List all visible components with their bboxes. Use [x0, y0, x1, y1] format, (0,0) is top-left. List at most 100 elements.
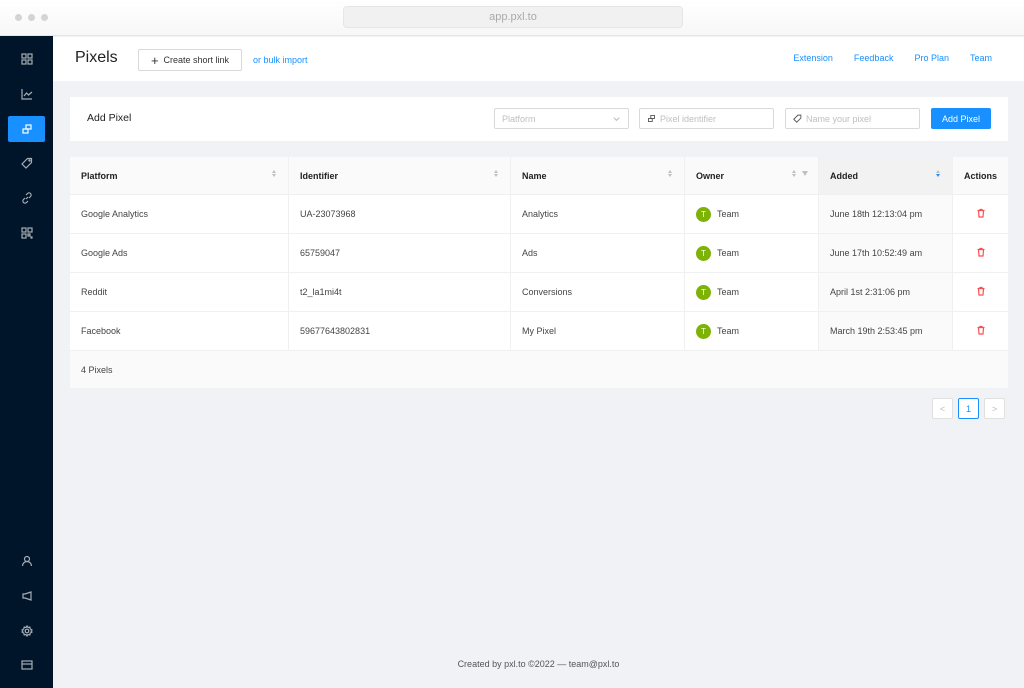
sidebar-item-billing[interactable]: [8, 652, 45, 678]
sidebar-item-dashboard[interactable]: [8, 46, 45, 72]
table-row[interactable]: Google Analytics UA-23073968 Analytics T Tea…: [70, 195, 1008, 234]
window-dot[interactable]: [41, 14, 48, 21]
next-page-button[interactable]: >: [984, 398, 1005, 419]
column-identifier[interactable]: Identifier: [289, 157, 511, 194]
actions-cell: [953, 195, 1008, 233]
billing-card-icon: [20, 660, 33, 670]
sidebar: [0, 36, 53, 688]
column-label: Owner: [696, 170, 725, 181]
column-added[interactable]: Added: [819, 157, 953, 194]
table-header: Platform Identifier Name Owner Added Act…: [70, 157, 1008, 195]
platform-placeholder: Platform: [502, 113, 536, 124]
name-cell: Analytics: [511, 195, 685, 233]
trash-icon: [977, 208, 984, 218]
owner-cell: T Team: [685, 195, 819, 233]
trash-icon: [977, 325, 984, 335]
bulk-import-link[interactable]: or bulk import: [253, 55, 308, 65]
add-pixel-card: Add Pixel Platform Pixel identifier Name…: [70, 97, 1008, 141]
column-name[interactable]: Name: [511, 157, 685, 194]
sidebar-item-analytics[interactable]: [8, 81, 45, 107]
tag-icon: [793, 114, 802, 123]
sort-icon[interactable]: [494, 170, 498, 177]
column-actions: Actions: [953, 157, 1008, 194]
link-icon: [21, 192, 32, 204]
actions-cell: [953, 234, 1008, 272]
added-cell: March 19th 2:53:45 pm: [819, 312, 953, 350]
delete-button[interactable]: [976, 208, 986, 220]
sidebar-item-links[interactable]: [8, 185, 45, 211]
sort-icon[interactable]: [272, 170, 276, 177]
added-cell: June 17th 10:52:49 am: [819, 234, 953, 272]
avatar: T: [696, 245, 711, 261]
sort-icon[interactable]: [792, 170, 796, 177]
plus-icon: +: [150, 52, 159, 68]
sidebar-item-tags[interactable]: [8, 150, 45, 176]
sidebar-item-pixels[interactable]: [8, 116, 45, 142]
sidebar-item-account[interactable]: [8, 548, 45, 574]
settings-gear-icon: [20, 625, 33, 637]
pixels-icon: [21, 124, 32, 134]
owner-name: Team: [717, 209, 740, 219]
owner-cell: T Team: [685, 312, 819, 350]
table-row[interactable]: Google Ads 65759047 Ads T Team June 17th 10:5…: [70, 234, 1008, 273]
feedback-link[interactable]: Feedback: [854, 53, 894, 63]
avatar: T: [696, 206, 711, 222]
pixel-name-input[interactable]: Name your pixel: [785, 108, 920, 129]
footer: Created by pxl.to ©2022 — team@pxl.to: [457, 659, 620, 669]
table-row[interactable]: Reddit t2_la1mi4t Conversions T Team April 1s…: [70, 273, 1008, 312]
platform-select[interactable]: Platform: [494, 108, 629, 129]
address-bar[interactable]: app.pxl.to: [343, 6, 683, 28]
platform-cell: Google Analytics: [70, 195, 289, 233]
filter-icon[interactable]: [802, 171, 808, 176]
name-cell: Ads: [511, 234, 685, 272]
pixels-icon: [648, 115, 655, 122]
chevron-down-icon: [613, 117, 620, 122]
delete-button[interactable]: [976, 247, 986, 259]
extension-link[interactable]: Extension: [793, 53, 833, 63]
avatar: T: [696, 323, 711, 339]
pixel-name-placeholder: Name your pixel: [806, 113, 872, 124]
tag-icon: [20, 157, 32, 169]
column-owner[interactable]: Owner: [685, 157, 819, 194]
sort-icon[interactable]: [936, 170, 940, 177]
column-platform[interactable]: Platform: [70, 157, 289, 194]
pixels-table: Platform Identifier Name Owner Added Act…: [70, 157, 1008, 388]
identifier-cell: 59677643802831: [289, 312, 511, 350]
delete-button[interactable]: [976, 286, 986, 298]
analytics-chart-icon: [20, 89, 32, 100]
sidebar-item-settings[interactable]: [8, 618, 45, 644]
create-short-link-button[interactable]: + Create short link: [138, 49, 242, 71]
window-dot[interactable]: [15, 14, 22, 21]
pixel-identifier-placeholder: Pixel identifier: [660, 113, 717, 124]
owner-name: Team: [717, 248, 740, 258]
owner-cell: T Team: [685, 273, 819, 311]
page-1-button[interactable]: 1: [958, 398, 979, 419]
window-controls: [15, 14, 48, 21]
megaphone-icon: [21, 591, 32, 601]
pro-plan-link[interactable]: Pro Plan: [914, 53, 949, 63]
add-pixel-button[interactable]: Add Pixel: [931, 108, 991, 129]
trash-icon: [977, 247, 984, 257]
sidebar-item-announcements[interactable]: [8, 583, 45, 609]
delete-button[interactable]: [976, 325, 986, 337]
add-pixel-heading: Add Pixel: [87, 112, 132, 124]
identifier-cell: UA-23073968: [289, 195, 511, 233]
column-label: Actions: [964, 170, 998, 181]
owner-name: Team: [717, 287, 740, 297]
sort-icon[interactable]: [668, 170, 672, 177]
window-dot[interactable]: [28, 14, 35, 21]
prev-page-button[interactable]: <: [932, 398, 953, 419]
platform-cell: Google Ads: [70, 234, 289, 272]
sidebar-item-qr[interactable]: [8, 220, 45, 246]
owner-name: Team: [717, 326, 740, 336]
user-icon: [21, 555, 32, 567]
team-link[interactable]: Team: [970, 53, 992, 63]
create-short-link-label: Create short link: [163, 55, 230, 65]
name-cell: My Pixel: [511, 312, 685, 350]
table-row[interactable]: Facebook 59677643802831 My Pixel T Team March…: [70, 312, 1008, 351]
column-label: Platform: [81, 170, 118, 181]
pixel-identifier-input[interactable]: Pixel identifier: [639, 108, 774, 129]
top-nav: Extension Feedback Pro Plan Team: [793, 53, 992, 63]
qr-code-icon: [20, 227, 33, 239]
platform-cell: Facebook: [70, 312, 289, 350]
